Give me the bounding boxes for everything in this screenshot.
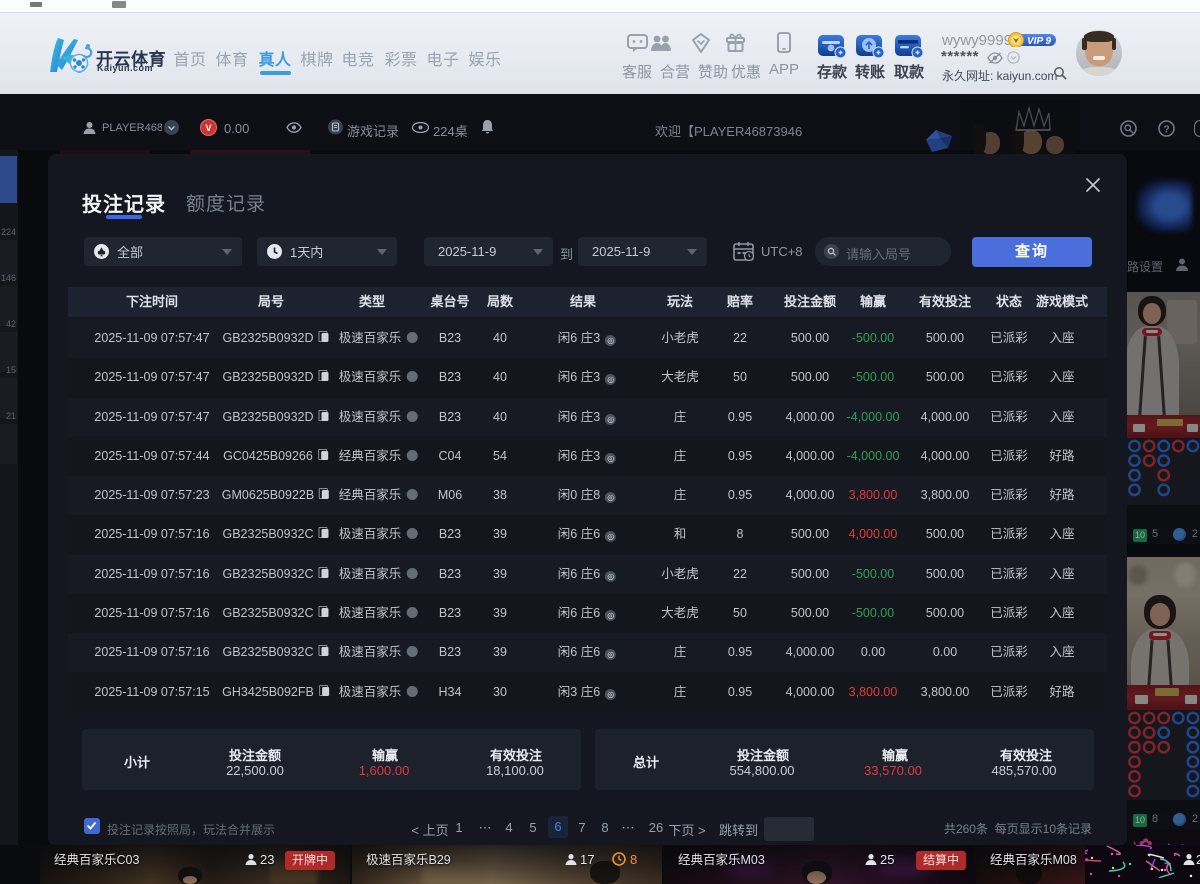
svg-text:VIP 9: VIP 9 xyxy=(1027,36,1052,47)
svg-text:?: ? xyxy=(1163,125,1169,136)
svg-text:V: V xyxy=(205,123,211,133)
